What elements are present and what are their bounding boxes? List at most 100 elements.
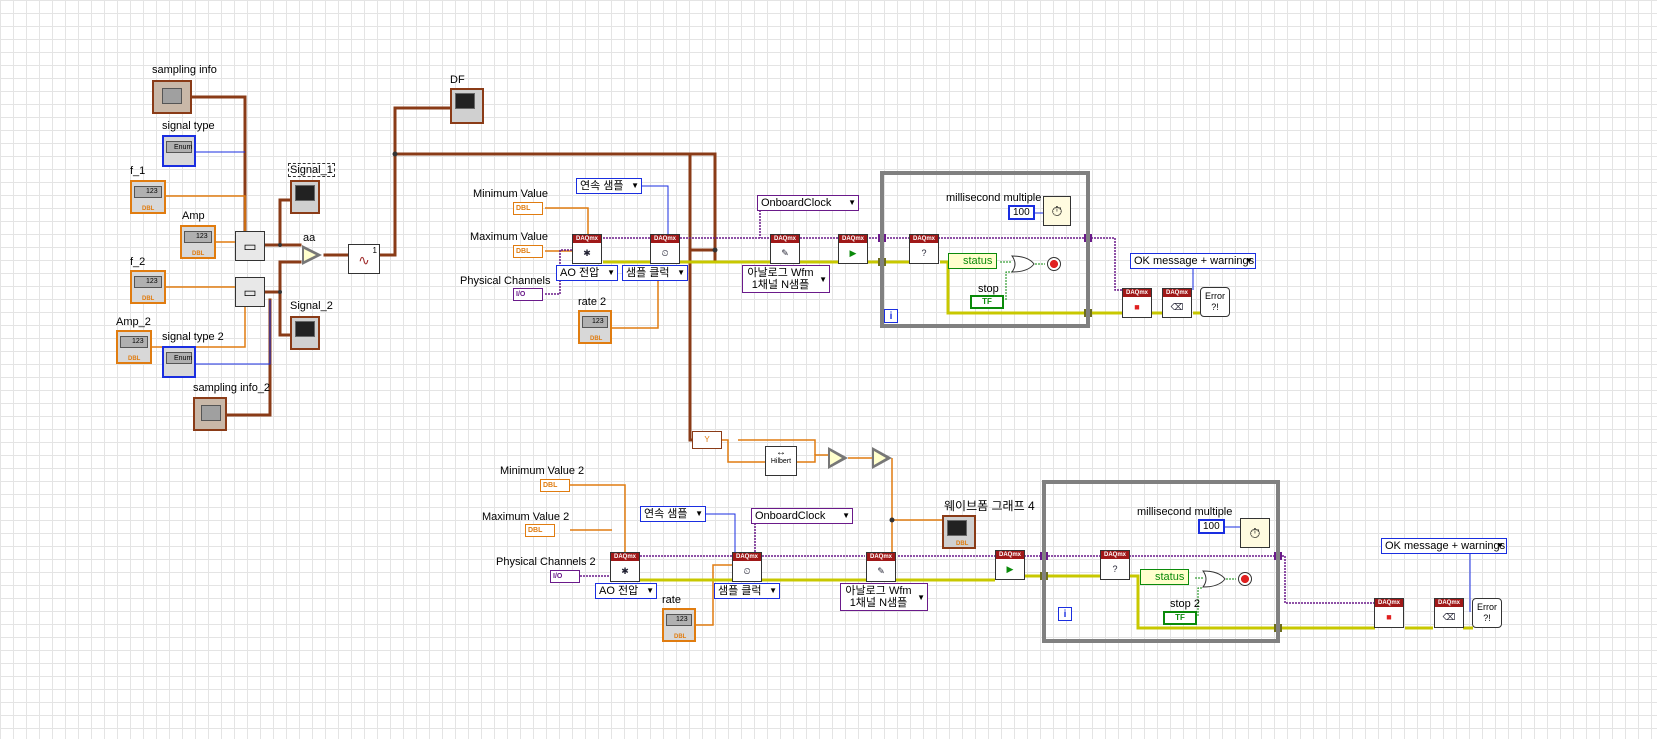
wire-signal-1[interactable] [263, 198, 292, 247]
daqmx-clear-bottom[interactable]: DAQmx ⌫ [1434, 598, 1464, 628]
simulate-signal-2-vi[interactable]: ▭ [235, 277, 265, 307]
status-unbundle-top[interactable]: status [948, 253, 998, 269]
block-diagram-canvas[interactable]: sampling info signal type Enum f_1 123 DB… [0, 0, 1657, 739]
daqmx-write-top[interactable]: DAQmx ✎ [770, 234, 800, 264]
max-value-2-const[interactable]: DBL [525, 524, 555, 537]
min-value-2-const[interactable]: DBL [540, 479, 570, 492]
daqmx-stop-top[interactable]: DAQmx ■ [1122, 288, 1152, 318]
daqmx-start-top[interactable]: DAQmx ▶ [838, 234, 868, 264]
sample-clock-ring-bottom[interactable]: 샘플 클럭 ▼ [714, 583, 780, 599]
onboard-clock-ring-bottom[interactable]: OnboardClock ▼ [751, 508, 853, 524]
filter-vi[interactable]: 1 ∿ [348, 244, 380, 274]
y-component: Y [704, 435, 710, 444]
wire-to-y[interactable] [688, 152, 707, 442]
phys-channels-2-const[interactable]: I/O [550, 570, 580, 583]
wire-y-to-hilbert[interactable] [721, 439, 765, 463]
error-text: Error [1205, 291, 1225, 301]
max-value-const[interactable]: DBL [513, 245, 543, 258]
daqmx-is-task-done-bottom[interactable]: DAQmx? [1100, 550, 1130, 580]
ring-text: OnboardClock [755, 510, 826, 522]
wire-continuous-bottom[interactable] [705, 513, 736, 558]
daqmx-create-channel-top[interactable]: DAQmx ✱ [572, 234, 602, 264]
get-waveform-components[interactable]: Y [692, 431, 722, 449]
rate-2-terminal[interactable]: 123 DBL [578, 310, 612, 344]
chevron-down-icon: ▼ [695, 509, 703, 518]
stop-condition-icon-top[interactable] [1047, 257, 1061, 271]
ms-constant-bottom[interactable]: 100 [1198, 519, 1225, 534]
signal-1-graph-terminal[interactable] [290, 180, 320, 214]
daqmx-timing-bottom[interactable]: DAQmx ⏲ [732, 552, 762, 582]
write-analog-wfm-ring-bottom[interactable]: 아날로그 Wfm 1채널 N샘플 ▼ [840, 583, 928, 611]
label-phys-channels: Physical Channels [460, 275, 551, 287]
ring-text-1: 아날로그 Wfm [845, 585, 912, 597]
continuous-samples-ring-top[interactable]: 연속 샘플 ▼ [576, 178, 642, 194]
sampling-info-terminal[interactable] [152, 80, 192, 114]
simple-error-handler-top[interactable]: Error?! [1200, 287, 1230, 317]
daqmx-clear-top[interactable]: DAQmx ⌫ [1162, 288, 1192, 318]
label-signal-type-2: signal type 2 [162, 331, 224, 343]
hilbert-transform-vi[interactable]: ↔ Hilbert [765, 446, 797, 476]
wait-until-next-ms-bottom[interactable]: ⏱ [1240, 518, 1270, 548]
daqmx-start-bottom[interactable]: DAQmx ▶ [995, 550, 1025, 580]
daqmx-write-bottom[interactable]: DAQmx ✎ [866, 552, 896, 582]
f1-terminal[interactable]: 123 DBL [130, 180, 166, 214]
ring-text: AO 전압 [599, 585, 639, 597]
daqmx-is-task-done-top[interactable]: DAQmx? [909, 234, 939, 264]
chevron-down-icon: ▼ [607, 268, 615, 277]
rate-type: DBL [674, 634, 687, 640]
min-value-const[interactable]: DBL [513, 202, 543, 215]
wire-df[interactable] [378, 106, 452, 257]
wire-min-bottom[interactable] [570, 484, 626, 560]
waveform-graph-4-terminal[interactable]: DBL [942, 515, 976, 549]
wait-until-next-ms-top[interactable]: ⏱ [1043, 196, 1071, 226]
signal-type-terminal[interactable]: Enum [162, 135, 196, 167]
ok-message-ring-bottom[interactable]: OK message + warnings ▼ [1381, 538, 1507, 554]
daqmx-timing-top[interactable]: DAQmx ⏲ [650, 234, 680, 264]
ms-constant-top[interactable]: 100 [1008, 205, 1035, 220]
junction-sig2 [278, 290, 282, 294]
f2-terminal[interactable]: 123 DBL [130, 270, 166, 304]
wire-write-top[interactable] [713, 248, 747, 264]
ring-text-2: 1채널 N샘플 [751, 279, 810, 291]
ok-message-ring-top[interactable]: OK message + warnings ▼ [1130, 253, 1256, 269]
rate-terminal[interactable]: 123 DBL [662, 608, 696, 642]
amp-type: DBL [192, 251, 205, 257]
stop-condition-icon-bottom[interactable] [1238, 572, 1252, 586]
write-analog-wfm-ring-top[interactable]: 아날로그 Wfm 1채널 N샘플 ▼ [742, 265, 830, 293]
amp2-terminal[interactable]: 123 DBL [116, 330, 152, 364]
sampling-info-2-terminal[interactable] [193, 397, 227, 431]
filter-order: 1 [372, 246, 377, 255]
phys-channels-const[interactable]: I/O [513, 288, 543, 301]
rate2-type: DBL [590, 336, 603, 342]
eraser-icon: ⌫ [1442, 612, 1456, 622]
signal-2-graph-terminal[interactable] [290, 316, 320, 350]
simple-error-handler-bottom[interactable]: Error?! [1472, 598, 1502, 628]
status-unbundle-bottom[interactable]: status [1140, 569, 1190, 585]
ao-voltage-ring-top[interactable]: AO 전압 ▼ [556, 265, 618, 281]
wire-hilbert-to-sq[interactable] [795, 454, 828, 463]
metronome-icon: ⏱ [1249, 525, 1261, 541]
continuous-samples-ring-bottom[interactable]: 연속 샘플 ▼ [640, 506, 706, 522]
sample-clock-ring-top[interactable]: 샘플 클럭 ▼ [622, 265, 688, 281]
ring-text: OK message + warnings [1385, 540, 1506, 552]
question-icon: ? [1112, 564, 1118, 574]
wire-sum-in-2[interactable] [278, 260, 302, 294]
while-loop-bottom[interactable] [1042, 480, 1280, 643]
stop-2-button-terminal[interactable]: TF [1163, 611, 1197, 625]
daqmx-create-channel-bottom[interactable]: DAQmx ✱ [610, 552, 640, 582]
wire-to-graph4[interactable] [891, 458, 942, 521]
wire-layer [150, 95, 1473, 632]
chevron-down-icon: ▼ [769, 586, 777, 595]
onboard-clock-ring-top[interactable]: OnboardClock ▼ [757, 195, 859, 211]
amp-terminal[interactable]: 123 DBL [180, 225, 216, 259]
daqmx-stop-bottom[interactable]: DAQmx ■ [1374, 598, 1404, 628]
ao-voltage-ring-bottom[interactable]: AO 전압 ▼ [595, 583, 657, 599]
df-graph-terminal[interactable] [450, 88, 484, 124]
wire-continuous-top[interactable] [640, 185, 669, 238]
stop-button-terminal[interactable]: TF [970, 295, 1004, 309]
f2-type: DBL [142, 296, 155, 302]
simulate-signal-1-vi[interactable]: ▭ [235, 231, 265, 261]
signal-type-2-terminal[interactable]: Enum [162, 346, 196, 378]
ring-text: 샘플 클럭 [718, 585, 762, 597]
eraser-icon: ⌫ [1170, 302, 1184, 312]
